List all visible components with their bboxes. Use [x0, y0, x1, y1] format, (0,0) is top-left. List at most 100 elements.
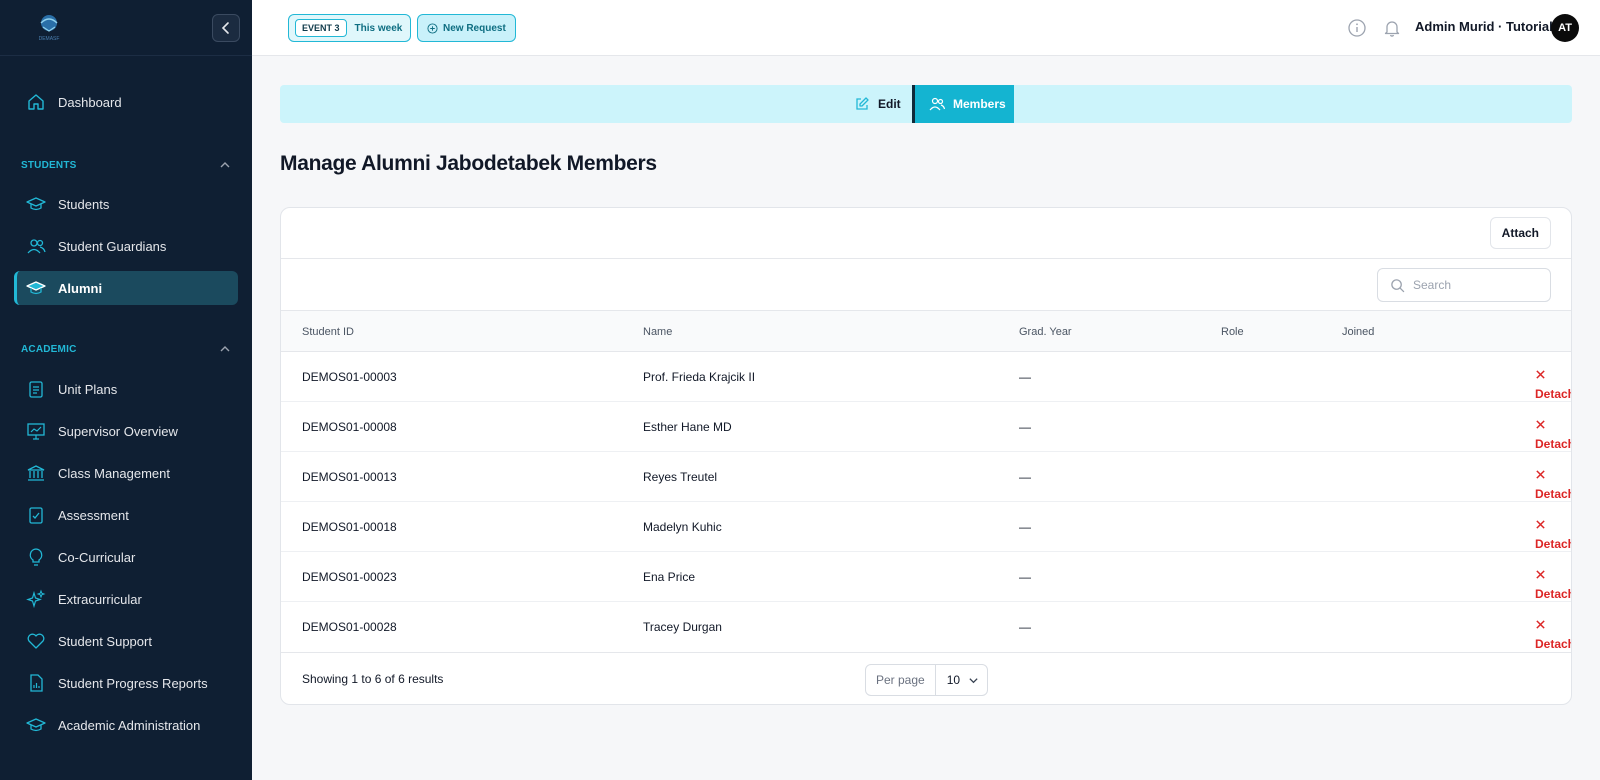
tab-edit[interactable]: Edit — [854, 85, 912, 123]
sidebar-item-label: Student Guardians — [58, 238, 167, 254]
cell-grad-year: — — [1019, 520, 1031, 534]
detach-label: Detach — [1535, 637, 1572, 651]
sidebar-item-alumni[interactable]: Alumni — [14, 271, 238, 305]
chevron-left-icon — [221, 22, 229, 34]
pagination-summary: Showing 1 to 6 of 6 results — [302, 672, 444, 686]
search-field[interactable] — [1377, 268, 1551, 302]
cell-grad-year: — — [1019, 370, 1031, 384]
bell-icon[interactable] — [1382, 18, 1402, 38]
chevron-up-icon — [220, 162, 230, 168]
search-input[interactable] — [1413, 278, 1533, 292]
detach-button[interactable]: Detach — [1535, 419, 1571, 451]
column-header-student-id[interactable]: Student ID — [302, 326, 354, 338]
sidebar-item-label: Dashboard — [58, 94, 122, 110]
detach-label: Detach — [1535, 487, 1572, 501]
chevron-down-icon — [969, 677, 978, 683]
x-icon — [1536, 470, 1545, 479]
x-icon — [1536, 420, 1545, 429]
sidebar-item-label: Academic Administration — [58, 717, 201, 733]
tab-label: Members — [953, 97, 1006, 111]
tab-bar: Edit Members — [280, 85, 1572, 123]
x-icon — [1536, 520, 1545, 529]
section-title: ACADEMIC — [21, 343, 77, 355]
cell-name: Ena Price — [643, 570, 696, 584]
table-row: DEMOS01-00013 Reyes Treutel — Detach — [281, 452, 1571, 502]
document-chart-icon — [30, 674, 43, 692]
topbar: EVENT 3 This week New Request Admin Muri… — [252, 0, 1600, 56]
page-title: Manage Alumni Jabodetabek Members — [280, 152, 657, 175]
column-header-joined[interactable]: Joined — [1342, 326, 1374, 338]
detach-button[interactable]: Detach — [1535, 519, 1571, 551]
sidebar-item-assessment[interactable]: Assessment — [14, 498, 238, 532]
sidebar-item-label: Alumni — [58, 280, 103, 296]
sidebar-item-unit-plans[interactable]: Unit Plans — [14, 372, 238, 406]
sidebar-item-student-progress-reports[interactable]: Student Progress Reports — [14, 666, 238, 700]
column-header-grad-year[interactable]: Grad. Year — [1019, 326, 1072, 338]
sidebar-item-label: Supervisor Overview — [58, 423, 178, 439]
sidebar-item-student-support[interactable]: Student Support — [14, 624, 238, 658]
table-footer: Showing 1 to 6 of 6 results Per page 10 — [281, 652, 1571, 704]
cell-student-id: DEMOS01-00023 — [302, 570, 397, 584]
detach-button[interactable]: Detach — [1535, 469, 1571, 501]
cell-student-id: DEMOS01-00028 — [302, 620, 397, 634]
detach-label: Detach — [1535, 587, 1572, 601]
chevron-up-icon — [220, 346, 230, 352]
event-badge: EVENT 3 — [295, 19, 347, 37]
detach-button[interactable]: Detach — [1535, 569, 1571, 601]
sidebar-item-class-management[interactable]: Class Management — [14, 456, 238, 490]
sidebar-item-label: Students — [58, 196, 110, 212]
tab-members[interactable]: Members — [912, 85, 1014, 123]
per-page-value[interactable]: 10 — [936, 673, 987, 687]
plus-circle-icon — [427, 22, 438, 34]
sidebar-item-label: Unit Plans — [58, 381, 118, 397]
per-page-number: 10 — [946, 673, 961, 687]
column-header-role[interactable]: Role — [1221, 326, 1244, 338]
event-selector[interactable]: EVENT 3 This week — [288, 14, 412, 42]
sidebar-item-label: Student Support — [58, 633, 152, 649]
logo-text: DEMASF — [39, 36, 60, 42]
sidebar-item-students[interactable]: Students — [14, 187, 238, 221]
sidebar-item-co-curricular[interactable]: Co-Curricular — [14, 540, 238, 574]
graduation-cap-icon — [26, 281, 46, 295]
sparkles-icon — [26, 589, 46, 609]
lightbulb-icon — [29, 548, 43, 566]
detach-label: Detach — [1535, 437, 1572, 451]
section-toggle-students[interactable]: STUDENTS — [21, 159, 231, 171]
cell-grad-year: — — [1019, 620, 1031, 634]
graduation-cap-icon — [26, 197, 46, 211]
table-row: DEMOS01-00023 Ena Price — Detach — [281, 552, 1571, 602]
clipboard-list-icon — [29, 381, 43, 398]
sidebar-item-academic-administration[interactable]: Academic Administration — [14, 708, 238, 742]
new-request-button[interactable]: New Request — [417, 14, 516, 42]
members-table-card: Attach Student ID Name Grad. Year Role J… — [280, 207, 1572, 705]
info-icon[interactable] — [1347, 18, 1367, 38]
avatar[interactable]: AT — [1551, 14, 1579, 42]
sidebar-item-dashboard[interactable]: Dashboard — [14, 85, 238, 119]
per-page-select[interactable]: Per page 10 — [865, 664, 988, 696]
user-name[interactable]: Admin Murid · Tutorial — [1415, 19, 1553, 34]
sidebar-item-extracurricular[interactable]: Extracurricular — [14, 582, 238, 616]
cell-name: Tracey Durgan — [643, 620, 722, 634]
clipboard-check-icon — [29, 507, 43, 524]
column-header-name[interactable]: Name — [643, 326, 672, 338]
detach-button[interactable]: Detach — [1535, 369, 1571, 401]
detach-button[interactable]: Detach — [1535, 619, 1571, 651]
heart-icon — [27, 633, 45, 649]
sidebar-item-label: Co-Curricular — [58, 549, 136, 565]
detach-label: Detach — [1535, 537, 1572, 551]
cell-name: Reyes Treutel — [643, 470, 718, 484]
users-icon — [27, 239, 46, 254]
search-row — [281, 259, 1571, 311]
detach-label: Detach — [1535, 387, 1572, 401]
new-request-label: New Request — [443, 22, 506, 34]
sidebar-item-supervisor-overview[interactable]: Supervisor Overview — [14, 414, 238, 448]
section-toggle-academic[interactable]: ACADEMIC — [21, 343, 231, 355]
collapse-sidebar-button[interactable] — [212, 14, 240, 42]
table-row: DEMOS01-00008 Esther Hane MD — Detach — [281, 402, 1571, 452]
pencil-square-icon — [856, 97, 869, 110]
table-row: DEMOS01-00018 Madelyn Kuhic — Detach — [281, 502, 1571, 552]
sidebar-item-label: Assessment — [58, 507, 129, 523]
sidebar-item-student-guardians[interactable]: Student Guardians — [14, 229, 238, 263]
attach-button[interactable]: Attach — [1489, 217, 1551, 249]
sidebar-item-label: Extracurricular — [58, 591, 142, 607]
